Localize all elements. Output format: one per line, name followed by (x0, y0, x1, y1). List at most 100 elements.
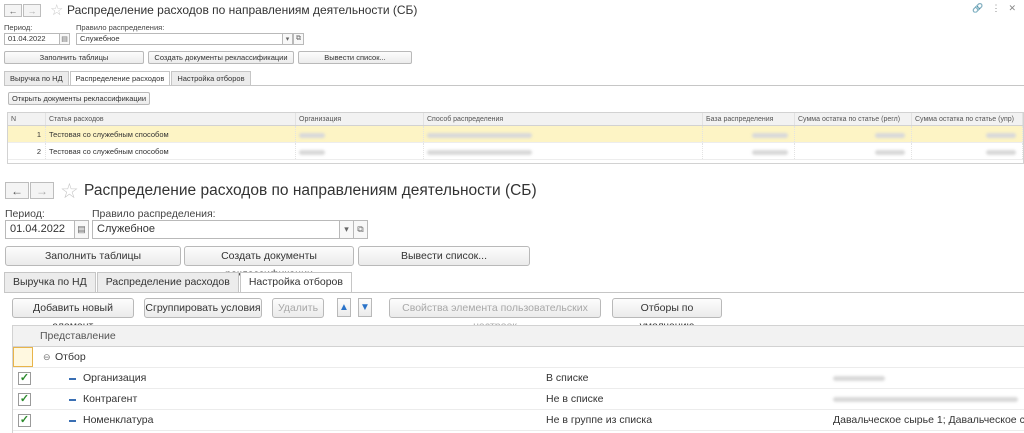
col-method[interactable]: Способ распределения (424, 113, 703, 125)
fill-tables-button[interactable]: Заполнить таблицы (5, 246, 181, 266)
blurred-base (703, 143, 795, 159)
filter-value[interactable]: Давальческое сырье 1; Давальческое сырье… (833, 410, 1024, 431)
forward-arrow-icon[interactable]: → (30, 182, 54, 199)
blurred-base (703, 126, 795, 142)
collapse-icon[interactable]: ⊖ (43, 347, 51, 368)
small-tab-divider (4, 85, 1024, 86)
tab-revenue[interactable]: Выручка по НД (4, 272, 96, 292)
period-input[interactable]: 01.04.2022 (5, 220, 75, 239)
row-article: Тестовая со служебным способом (46, 126, 296, 142)
calendar-icon[interactable]: ▤ (74, 220, 89, 239)
dropdown-icon[interactable]: ▾ (339, 220, 354, 239)
table-row[interactable]: 2 Тестовая со служебным способом (8, 143, 1023, 160)
filter-checkbox[interactable]: ✓ (18, 393, 31, 406)
back-arrow-icon[interactable]: ← (4, 4, 22, 17)
blurred-sum-regl (795, 126, 912, 142)
filter-condition[interactable]: Не в группе из списка (546, 410, 652, 431)
close-icon[interactable]: ✕ (1008, 3, 1016, 14)
small-window-controls: 🔗 ⋮ ✕ (972, 3, 1016, 14)
filters-tree-table: Представление ⊖ Отбор ✓ Организация В сп… (12, 325, 1024, 433)
blurred-sum-regl (795, 143, 912, 159)
blurred-organization (296, 126, 424, 142)
filter-checkbox[interactable]: ✓ (18, 414, 31, 427)
period-label: Период: (5, 208, 45, 220)
filter-name: Организация (83, 372, 147, 384)
filter-name: Номенклатура (83, 414, 154, 426)
small-create-docs-button[interactable]: Создать документы реклассификации (148, 51, 294, 64)
tab-bar: Выручка по НД Распределение расходов Нас… (4, 272, 353, 293)
col-sum-regl[interactable]: Сумма остатка по статье (регл) (795, 113, 912, 125)
element-properties-button[interactable]: Свойства элемента пользовательских настр… (389, 298, 601, 332)
group-label: Отбор (55, 351, 86, 363)
small-form-title: Распределение расходов по направлениям д… (67, 3, 418, 17)
small-tab-distribution[interactable]: Распределение расходов (69, 71, 171, 86)
item-marker-icon (69, 420, 76, 422)
small-tab-revenue[interactable]: Выручка по НД (4, 71, 69, 85)
add-element-button[interactable]: Добавить новый элемент (12, 298, 134, 332)
row-number: 2 (8, 143, 46, 159)
group-conditions-button[interactable]: Сгруппировать условия (144, 298, 262, 318)
link-icon[interactable]: 🔗 (972, 3, 983, 14)
filter-row[interactable]: ✓ Контрагент Не в списке (13, 389, 1024, 410)
tab-distribution[interactable]: Распределение расходов (96, 272, 239, 292)
favorite-star-icon[interactable]: ☆ (50, 1, 63, 19)
small-rule-input[interactable]: Служебное (76, 33, 283, 45)
small-output-list-button[interactable]: Вывести список... (298, 51, 412, 64)
filter-row[interactable]: ✓ Номенклатура Не в группе из списка Дав… (13, 410, 1024, 431)
blurred-filter-value (833, 368, 885, 389)
small-tab-filters[interactable]: Настройка отборов (171, 71, 251, 85)
small-fill-tables-button[interactable]: Заполнить таблицы (4, 51, 144, 64)
move-down-icon[interactable]: ▼ (358, 298, 372, 317)
small-expenses-table: N Статья расходов Организация Способ рас… (7, 112, 1024, 164)
small-nav-buttons: ← → (4, 4, 41, 17)
row-number: 1 (8, 126, 46, 142)
small-rule-label: Правило распределения: (76, 23, 165, 32)
group-row[interactable]: ⊖ Отбор (13, 347, 1024, 368)
grid-header[interactable]: Представление (13, 326, 1024, 347)
small-period-input[interactable]: 01.04.2022 (4, 33, 60, 45)
small-dropdown-icon[interactable]: ▾ (282, 33, 293, 45)
favorite-star-icon[interactable]: ☆ (60, 179, 79, 204)
row-article: Тестовая со служебным способом (46, 143, 296, 159)
back-arrow-icon[interactable]: ← (5, 182, 29, 199)
filter-name: Контрагент (83, 393, 138, 405)
forward-arrow-icon[interactable]: → (23, 4, 41, 17)
item-marker-icon (69, 399, 76, 401)
large-form-window: ← → ☆ Распределение расходов по направле… (0, 168, 1024, 433)
small-open-link-icon[interactable]: ⧉ (293, 33, 304, 45)
output-list-button[interactable]: Вывести список... (358, 246, 530, 266)
col-base[interactable]: База распределения (703, 113, 795, 125)
item-marker-icon (69, 378, 76, 380)
default-filters-button[interactable]: Отборы по умолчанию (612, 298, 722, 332)
open-link-icon[interactable]: ⧉ (353, 220, 368, 239)
group-checkbox[interactable] (13, 347, 33, 367)
small-table-header: N Статья расходов Организация Способ рас… (8, 113, 1023, 126)
rule-input[interactable]: Служебное (92, 220, 340, 239)
tab-divider (4, 292, 1024, 293)
col-sum-upr[interactable]: Сумма остатка по статье (упр) (912, 113, 1023, 125)
small-open-docs-button[interactable]: Открыть документы реклассификации (8, 92, 150, 105)
form-title: Распределение расходов по направлениям д… (84, 182, 537, 199)
blurred-method (424, 143, 703, 159)
filter-row[interactable]: ✓ Организация В списке (13, 368, 1024, 389)
col-article[interactable]: Статья расходов (46, 113, 296, 125)
filter-condition[interactable]: Не в списке (546, 389, 603, 410)
move-up-icon[interactable]: ▲ (337, 298, 351, 317)
col-n[interactable]: N (8, 113, 46, 125)
filter-condition[interactable]: В списке (546, 368, 589, 389)
create-docs-button[interactable]: Создать документы реклассификации (184, 246, 354, 280)
filter-checkbox[interactable]: ✓ (18, 372, 31, 385)
blurred-sum-upr (912, 126, 1023, 142)
small-calendar-icon[interactable]: ▤ (59, 33, 70, 45)
col-organization[interactable]: Организация (296, 113, 424, 125)
blurred-filter-value (833, 389, 1018, 410)
delete-button[interactable]: Удалить (272, 298, 324, 318)
blurred-method (424, 126, 703, 142)
tab-filters[interactable]: Настройка отборов (239, 272, 352, 293)
blurred-sum-upr (912, 143, 1023, 159)
rule-label: Правило распределения: (92, 208, 216, 220)
table-row[interactable]: 1 Тестовая со служебным способом (8, 126, 1023, 143)
small-tab-bar: Выручка по НД Распределение расходов Нас… (4, 71, 252, 86)
more-icon[interactable]: ⋮ (991, 3, 1000, 14)
small-period-label: Период: (4, 23, 33, 32)
